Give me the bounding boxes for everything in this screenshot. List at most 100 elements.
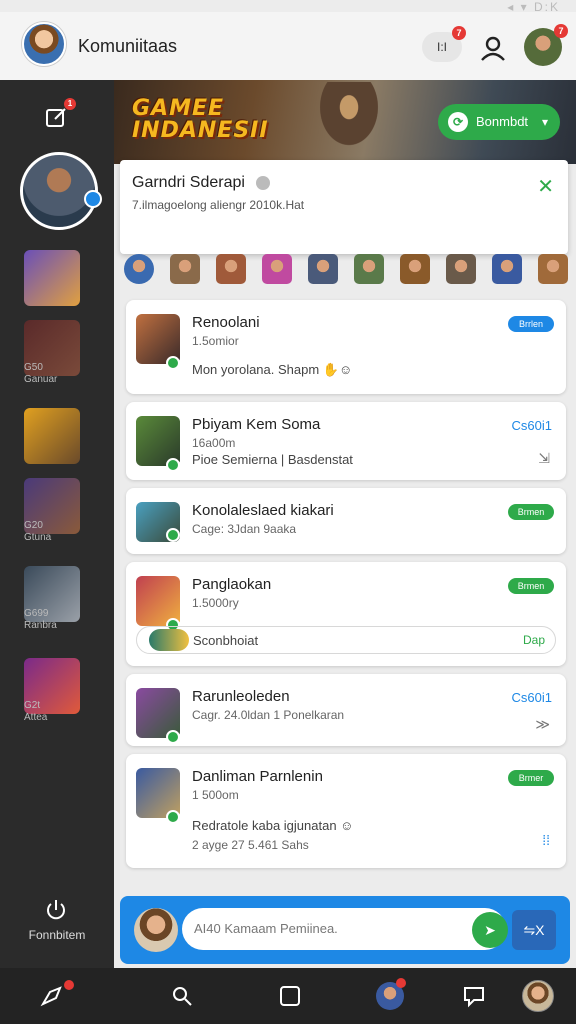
expand-icon[interactable]: ≫ <box>535 716 550 733</box>
card-title: Rarunleoleden <box>192 688 290 705</box>
message-input[interactable]: AI40 Kamaam Pemiinea. <box>182 908 506 950</box>
card-detail: Redratole kaba igjunatan ☺ <box>192 818 354 833</box>
status-badge[interactable]: Brmer <box>508 770 554 786</box>
status-badge[interactable]: Brmen <box>508 578 554 594</box>
card-sub-row-label: Sconbhoiat <box>193 633 259 648</box>
game-banner[interactable]: GAMEE INDANESII ⟳ Bonmbdt ▾ <box>114 80 576 164</box>
expand-icon[interactable]: ⇲ <box>538 450 550 467</box>
card-subtitle: 1.5omior <box>192 334 239 348</box>
rocket-icon[interactable] <box>40 984 64 1008</box>
banner-action-label: Bonmbdt <box>476 114 529 129</box>
banner-action-button[interactable]: ⟳ Bonmbdt ▾ <box>438 104 560 140</box>
member-avatar[interactable] <box>538 254 568 284</box>
info-icon <box>256 176 270 190</box>
refresh-icon: ⟳ <box>448 112 468 132</box>
verified-check-icon <box>166 730 180 744</box>
status-badge[interactable]: Brrlen <box>508 316 554 332</box>
verified-check-icon <box>166 356 180 370</box>
member-avatar[interactable] <box>492 254 522 284</box>
sub-row-thumbnail <box>149 629 189 651</box>
square-icon[interactable] <box>278 984 302 1008</box>
profile-badge: 7 <box>554 24 568 38</box>
community-card[interactable]: Konolaleslaed kiakari Cage: 3Jdan 9aaka Br… <box>126 488 566 554</box>
card-action-link[interactable]: Cs60i1 <box>512 690 552 705</box>
card-subtitle: 1 500om <box>192 788 239 802</box>
sidebar-game-label: G20 Gtuna <box>24 520 52 543</box>
member-avatar[interactable] <box>446 254 476 284</box>
lightning-hero-game-icon[interactable] <box>24 250 80 306</box>
community-avatar[interactable] <box>22 22 66 66</box>
card-title: Pbiyam Kem Soma <box>192 416 321 433</box>
info-popup: Garndri Sderapi 7.ilmagoelong aliengr 20… <box>120 160 568 254</box>
close-icon[interactable]: ✕ <box>537 174 554 199</box>
sidebar-game-label: G699 Ranbra <box>24 608 57 631</box>
composer-avatar <box>134 908 178 952</box>
popup-title: Garndri Sderapi <box>132 174 245 191</box>
community-card[interactable]: Danliman Parnlenin 1 500om Redratole kaba … <box>126 754 566 868</box>
banner-logo-line2: INDANESII <box>132 118 269 143</box>
verified-check-icon <box>166 528 180 542</box>
verified-check-icon <box>166 810 180 824</box>
card-detail: Pioe Semierna | Basdenstat <box>192 452 353 467</box>
sidebar: 1 G50 Ganuar G20 Gtuna G699 Ranbra G2t Atte… <box>0 80 114 968</box>
page-title: Komuniitaas <box>78 36 178 56</box>
banner-logo-line1: GAMEE <box>132 96 225 121</box>
card-sub-row-action[interactable]: Dap <box>523 633 545 647</box>
power-icon[interactable] <box>44 898 68 922</box>
card-title: Danliman Parnlenin <box>192 768 323 785</box>
card-detail-sub: 2 ayge 27 5.461 Sahs <box>192 838 309 852</box>
community-card[interactable]: Pbiyam Kem Soma 16a00m Pioe Semierna | Bas… <box>126 402 566 480</box>
grid-icon[interactable]: ⁞⁞ <box>542 832 550 848</box>
chat-icon[interactable] <box>462 984 486 1008</box>
sidebar-game-label: G2t Attea <box>24 700 48 723</box>
member-avatar[interactable] <box>262 254 292 284</box>
card-detail: Mon yorolana. Shapm ✋☺ <box>192 362 353 377</box>
sidebar-game-label: G50 Ganuar <box>24 362 58 385</box>
messages-button[interactable]: I:I 7 <box>422 26 466 62</box>
user-avatar-icon[interactable] <box>522 980 554 1012</box>
app-header: Komuniitaas I:I 7 7 <box>0 12 576 80</box>
card-action-link[interactable]: Cs60i1 <box>512 418 552 433</box>
banner-logo: GAMEE INDANESII <box>132 98 269 142</box>
compose-button[interactable]: 1 <box>44 98 76 130</box>
member-avatar[interactable] <box>216 254 246 284</box>
member-avatar[interactable] <box>308 254 338 284</box>
sidebar-main-avatar[interactable] <box>20 152 98 230</box>
status-badge[interactable]: Brmen <box>508 504 554 520</box>
chevron-down-icon: ▾ <box>541 115 548 129</box>
banner-hero-figure <box>304 82 394 164</box>
popup-subtitle: 7.ilmagoelong aliengr 2010k.Hat <box>132 198 305 212</box>
community-card[interactable]: Rarunleoleden Cagr. 24.0ldan 1 Ponelkaran… <box>126 674 566 746</box>
card-subtitle: Cage: 3Jdan 9aaka <box>192 522 297 536</box>
secondary-action-button[interactable]: ⇋X <box>512 910 556 950</box>
rocket-badge <box>64 980 74 990</box>
messages-button-label: I:I <box>436 40 447 54</box>
message-input-placeholder: AI40 Kamaam Pemiinea. <box>194 921 338 936</box>
community-card[interactable]: Renoolani 1.5omior Mon yorolana. Shapm ✋☺ B… <box>126 300 566 394</box>
sidebar-bottom-label: Fonnbitem <box>28 928 86 942</box>
member-avatar[interactable] <box>354 254 384 284</box>
member-avatar-row <box>120 250 576 288</box>
verified-check-icon <box>166 458 180 472</box>
card-title: Renoolani <box>192 314 260 331</box>
card-subtitle: 16a00m <box>192 436 236 450</box>
member-avatar[interactable] <box>400 254 430 284</box>
card-title: Panglaokan <box>192 576 272 593</box>
card-sub-row[interactable]: Sconbhoiat Dap <box>136 626 556 654</box>
send-button[interactable]: ➤ <box>472 912 508 948</box>
compose-badge: 1 <box>64 98 76 110</box>
user-icon[interactable] <box>478 34 508 64</box>
verified-check-icon <box>84 190 102 208</box>
member-avatar[interactable] <box>124 254 154 284</box>
card-title: Konolaleslaed kiakari <box>192 502 334 519</box>
member-avatar[interactable] <box>170 254 200 284</box>
profile-nav-badge <box>396 978 406 988</box>
profile-avatar[interactable]: 7 <box>524 24 568 66</box>
message-composer: AI40 Kamaam Pemiinea. ➤ ⇋X <box>120 896 570 964</box>
community-card[interactable]: Panglaokan 1.5000ry Sconbhoiat Dap Brmen <box>126 562 566 666</box>
search-icon[interactable] <box>170 984 194 1008</box>
messages-badge: 7 <box>452 26 466 40</box>
golden-knight-game-icon[interactable] <box>24 408 80 464</box>
bottom-nav <box>0 968 576 1024</box>
card-subtitle: 1.5000ry <box>192 596 239 610</box>
